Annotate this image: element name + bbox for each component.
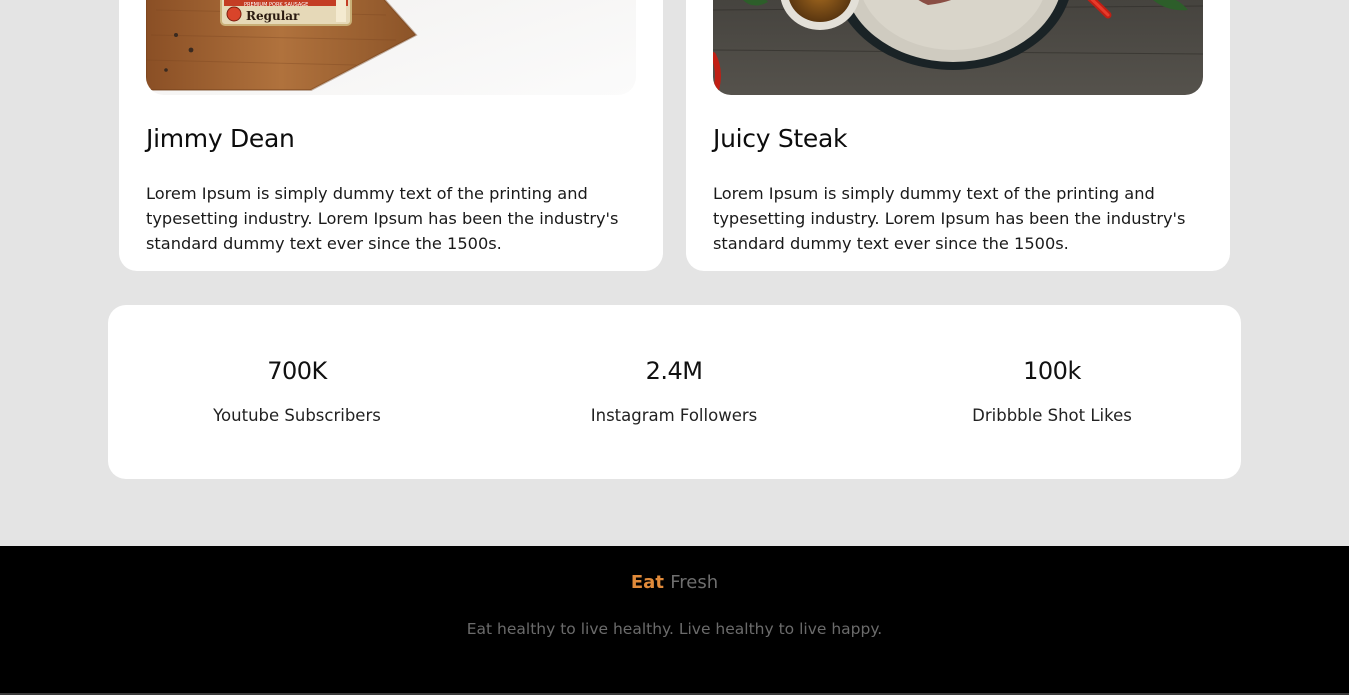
page: PREMIUM PORK SAUSAGE Regular Jimmy Dean … xyxy=(0,0,1349,695)
stat-label: Youtube Subscribers xyxy=(213,406,381,425)
recipe-card-juicy-steak[interactable]: Juicy Steak Lorem Ipsum is simply dummy … xyxy=(686,0,1230,271)
brand-fresh: Fresh xyxy=(670,572,719,593)
footer-tagline: Eat healthy to live healthy. Live health… xyxy=(466,620,883,638)
recipe-title: Jimmy Dean xyxy=(146,124,295,153)
footer-brand[interactable]: Eat Fresh xyxy=(0,572,1349,593)
stat-label: Dribbble Shot Likes xyxy=(972,406,1132,425)
recipe-card-jimmy-dean[interactable]: PREMIUM PORK SAUSAGE Regular Jimmy Dean … xyxy=(119,0,663,271)
recipe-description: Lorem Ipsum is simply dummy text of the … xyxy=(146,184,619,253)
stat-label: Instagram Followers xyxy=(590,406,758,425)
recipe-title: Juicy Steak xyxy=(713,124,848,153)
stat-youtube: 700K Youtube Subscribers xyxy=(147,357,447,425)
stat-instagram: 2.4M Instagram Followers xyxy=(524,357,824,425)
recipe-description: Lorem Ipsum is simply dummy text of the … xyxy=(713,184,1186,253)
brand-eat: Eat xyxy=(630,572,664,593)
footer: Eat Fresh Eat healthy to live healthy. L… xyxy=(0,546,1349,695)
stat-value: 2.4M xyxy=(645,357,703,385)
recipe-image-sausage: PREMIUM PORK SAUSAGE Regular xyxy=(146,0,636,95)
stat-dribbble: 100k Dribbble Shot Likes xyxy=(902,357,1202,425)
image-label-top: PREMIUM PORK SAUSAGE xyxy=(244,2,308,8)
stats-panel: 700K Youtube Subscribers 2.4M Instagram … xyxy=(108,305,1241,479)
image-label: Regular xyxy=(246,9,300,23)
recipe-image-steak xyxy=(713,0,1203,95)
stat-value: 100k xyxy=(1023,357,1081,385)
stat-value: 700K xyxy=(267,357,327,385)
